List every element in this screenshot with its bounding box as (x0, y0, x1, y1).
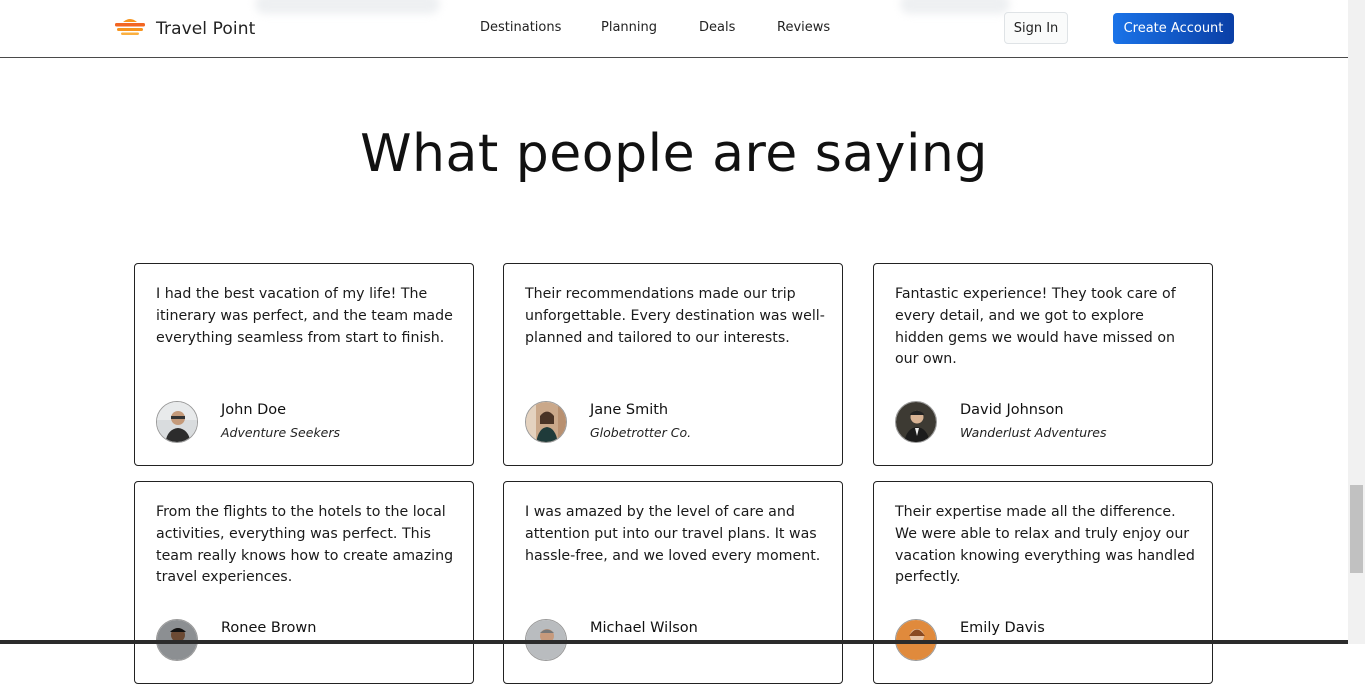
testimonial-card: Fantastic experience! They took care of … (873, 263, 1213, 466)
author-company: Globetrotter Co. (590, 425, 692, 440)
background-shape (900, 0, 1010, 14)
testimonial-card: I was amazed by the level of care and at… (503, 481, 843, 684)
section-title: What people are saying (360, 124, 988, 184)
testimonial-quote: Their recommendations made our trip unfo… (525, 286, 825, 346)
testimonial-card: I had the best vacation of my life! The … (134, 263, 474, 466)
avatar (525, 401, 567, 443)
author-name: David Johnson (960, 402, 1064, 418)
background-shape (255, 0, 440, 14)
avatar (156, 401, 198, 443)
testimonial-quote: Their expertise made all the difference.… (895, 504, 1195, 586)
testimonial-quote: Fantastic experience! They took care of … (895, 286, 1176, 368)
sign-in-button[interactable]: Sign In (1004, 12, 1068, 44)
nav-destinations[interactable]: Destinations (480, 20, 561, 35)
author-name: Michael Wilson (590, 620, 698, 636)
avatar (895, 401, 937, 443)
nav-deals[interactable]: Deals (699, 20, 735, 35)
brand-name: Travel Point (156, 19, 256, 39)
testimonial-quote: I was amazed by the level of care and at… (525, 504, 821, 564)
nav-planning[interactable]: Planning (601, 20, 657, 35)
testimonial-quote: From the flights to the hotels to the lo… (156, 504, 454, 586)
author-name: Ronee Brown (221, 620, 317, 636)
brand-logo-link[interactable]: Travel Point (114, 14, 255, 44)
testimonial-card: From the flights to the hotels to the lo… (134, 481, 474, 684)
logo-icon (114, 17, 146, 41)
author-name: Jane Smith (590, 402, 669, 418)
author-name: John Doe (221, 402, 287, 418)
top-navigation-bar: Travel Point Destinations Planning Deals… (0, 0, 1348, 58)
testimonial-quote: I had the best vacation of my life! The … (156, 286, 453, 346)
author-company: Wanderlust Adventures (960, 425, 1107, 440)
testimonial-card: Their expertise made all the difference.… (873, 481, 1213, 684)
testimonial-card: Their recommendations made our trip unfo… (503, 263, 843, 466)
author-name: Emily Davis (960, 620, 1045, 636)
author-company: Adventure Seekers (221, 425, 341, 440)
scrollbar-thumb[interactable] (1350, 485, 1363, 573)
nav-reviews[interactable]: Reviews (777, 20, 830, 35)
footer-edge (0, 640, 1348, 644)
create-account-button[interactable]: Create Account (1113, 13, 1234, 44)
